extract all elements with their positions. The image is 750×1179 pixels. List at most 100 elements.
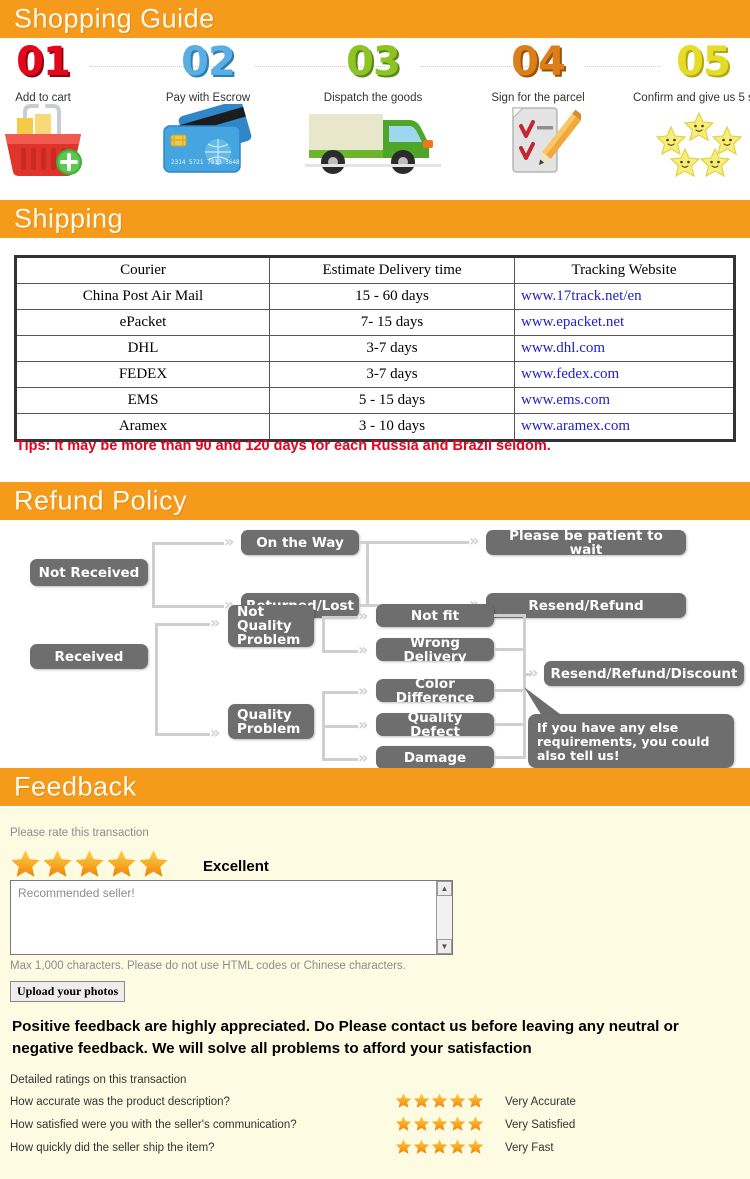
star-icon [467, 1139, 484, 1154]
feedback-panel: Please rate this transaction Excellent R… [0, 808, 750, 1179]
section-title-feedback: Feedback [14, 771, 137, 802]
courier-cell: ePacket [14, 309, 270, 336]
tracking-link[interactable]: www.epacket.net [521, 314, 624, 330]
tracking-website-cell: www.fedex.com [514, 361, 736, 388]
star-icon [413, 1139, 430, 1154]
upload-photos-button[interactable]: Upload your photos [10, 981, 126, 1002]
flow-line [322, 616, 325, 651]
five-stars-icon [628, 112, 750, 188]
section-header-shopping-guide: Shopping Guide [0, 0, 750, 38]
flow-node-not-quality-problem: Not Quality Problem [228, 605, 314, 647]
flow-arrow: » [358, 681, 369, 700]
step-number-4: 04 [511, 39, 566, 85]
star-icon [431, 1093, 448, 1108]
detailed-rating-label: Very Fast [505, 1142, 554, 1154]
flow-node-quality-problem: Quality Problem [228, 704, 314, 739]
tracking-website-cell: www.aramex.com [514, 413, 736, 442]
guide-step-3: 03 Dispatch the goods [298, 40, 448, 105]
star-icon [43, 849, 72, 877]
flow-node-wrong-delivery: Wrong Delivery [376, 636, 494, 664]
courier-cell: Aramex [14, 413, 270, 442]
star-icon [449, 1093, 466, 1108]
rating-star[interactable] [74, 848, 105, 884]
shopping-basket-icon [0, 104, 118, 180]
table-header-cell: Estimate Delivery time [269, 255, 515, 284]
section-title-shopping-guide: Shopping Guide [14, 3, 215, 34]
star-icon [139, 849, 168, 877]
star-icon [431, 1139, 448, 1154]
flow-node-line: Problem [237, 720, 301, 737]
tracking-website-cell: www.dhl.com [514, 335, 736, 362]
flow-node-color-difference: Color Difference [376, 677, 494, 705]
flow-node-line: Problem [237, 632, 301, 648]
flow-node-not-fit: Not fit [376, 604, 494, 627]
star-icon [467, 1093, 484, 1108]
flow-arrow: » [358, 606, 369, 625]
section-header-refund-policy: Refund Policy [0, 482, 750, 520]
tracking-link[interactable]: www.dhl.com [521, 340, 605, 356]
flow-line [322, 616, 358, 619]
feedback-comment-value: Recommended seller! [18, 886, 135, 900]
flow-arrow: » [210, 613, 221, 632]
detailed-rating-label: Very Satisfied [505, 1119, 576, 1131]
page-root: Shopping Guide 01 Add to cart 02 Pay wit… [0, 0, 750, 1179]
flow-line [322, 691, 358, 694]
flow-node-line: Not [237, 604, 265, 620]
detailed-rating-stars [395, 1138, 484, 1155]
tracking-link[interactable]: www.ems.com [521, 392, 610, 408]
rating-star[interactable] [106, 848, 137, 884]
rating-label: Excellent [203, 858, 269, 875]
flow-line [155, 733, 210, 736]
sign-document-icon [463, 104, 613, 180]
guide-step-1: 01 Add to cart [0, 40, 118, 105]
detailed-rating-question: How accurate was the product description… [10, 1096, 230, 1108]
flow-line [494, 648, 526, 651]
flow-line [155, 623, 210, 626]
flow-line [322, 758, 358, 761]
detailed-rating-label: Very Accurate [505, 1096, 576, 1108]
flow-line [322, 725, 358, 728]
table-row: Aramex 3 - 10 days www.aramex.com [14, 413, 736, 442]
step-number-1: 01 [16, 39, 71, 85]
delivery-time-cell: 7- 15 days [269, 309, 515, 336]
flow-arrow: » [358, 640, 369, 659]
tracking-link[interactable]: www.aramex.com [521, 418, 630, 434]
flow-line [155, 623, 158, 736]
credit-card-icon: 2314 5721 7913 3648 [133, 104, 283, 180]
textarea-scrollbar[interactable]: ▲ ▼ [436, 881, 452, 954]
rating-stars-input[interactable] [10, 848, 169, 884]
scroll-up-icon[interactable]: ▲ [437, 881, 452, 896]
flow-node-quality-defect: Quality Defect [376, 711, 494, 739]
tracking-link[interactable]: www.17track.net/en [521, 288, 642, 304]
flow-arrow: » [469, 531, 480, 550]
flow-node-received: Received [30, 644, 148, 669]
flow-line [152, 542, 224, 545]
flow-line [494, 756, 526, 759]
star-icon [467, 1116, 484, 1131]
table-row: EMS 5 - 15 days www.ems.com [14, 387, 736, 414]
courier-cell: China Post Air Mail [14, 283, 270, 310]
rating-star[interactable] [42, 848, 73, 884]
star-icon [107, 849, 136, 877]
tracking-link[interactable]: www.fedex.com [521, 366, 619, 382]
table-header-row: Courier Estimate Delivery time Tracking We… [14, 255, 736, 284]
feedback-comment-textarea[interactable]: Recommended seller! ▲ ▼ [10, 880, 453, 955]
section-header-feedback: Feedback [0, 768, 750, 806]
shipping-table: Courier Estimate Delivery time Tracking We… [14, 255, 736, 442]
delivery-time-cell: 15 - 60 days [269, 283, 515, 310]
flow-arrow: » [528, 663, 539, 682]
step-number-5: 05 [676, 39, 731, 85]
rating-star[interactable] [10, 848, 41, 884]
star-icon [431, 1116, 448, 1131]
flow-line [152, 542, 155, 608]
refund-flowchart: » » Not Received On the Way Returned/Los… [0, 518, 750, 770]
courier-cell: FEDEX [14, 361, 270, 388]
flow-node-line: Quality [237, 706, 292, 723]
star-icon [413, 1093, 430, 1108]
rating-star[interactable] [138, 848, 169, 884]
flow-node-damage: Damage [376, 746, 494, 769]
guide-step-2: 02 Pay with Escrow [133, 40, 283, 105]
section-header-shipping: Shipping [0, 200, 750, 238]
detailed-rating-question: How quickly did the seller ship the item… [10, 1142, 215, 1154]
scroll-down-icon[interactable]: ▼ [437, 939, 452, 954]
